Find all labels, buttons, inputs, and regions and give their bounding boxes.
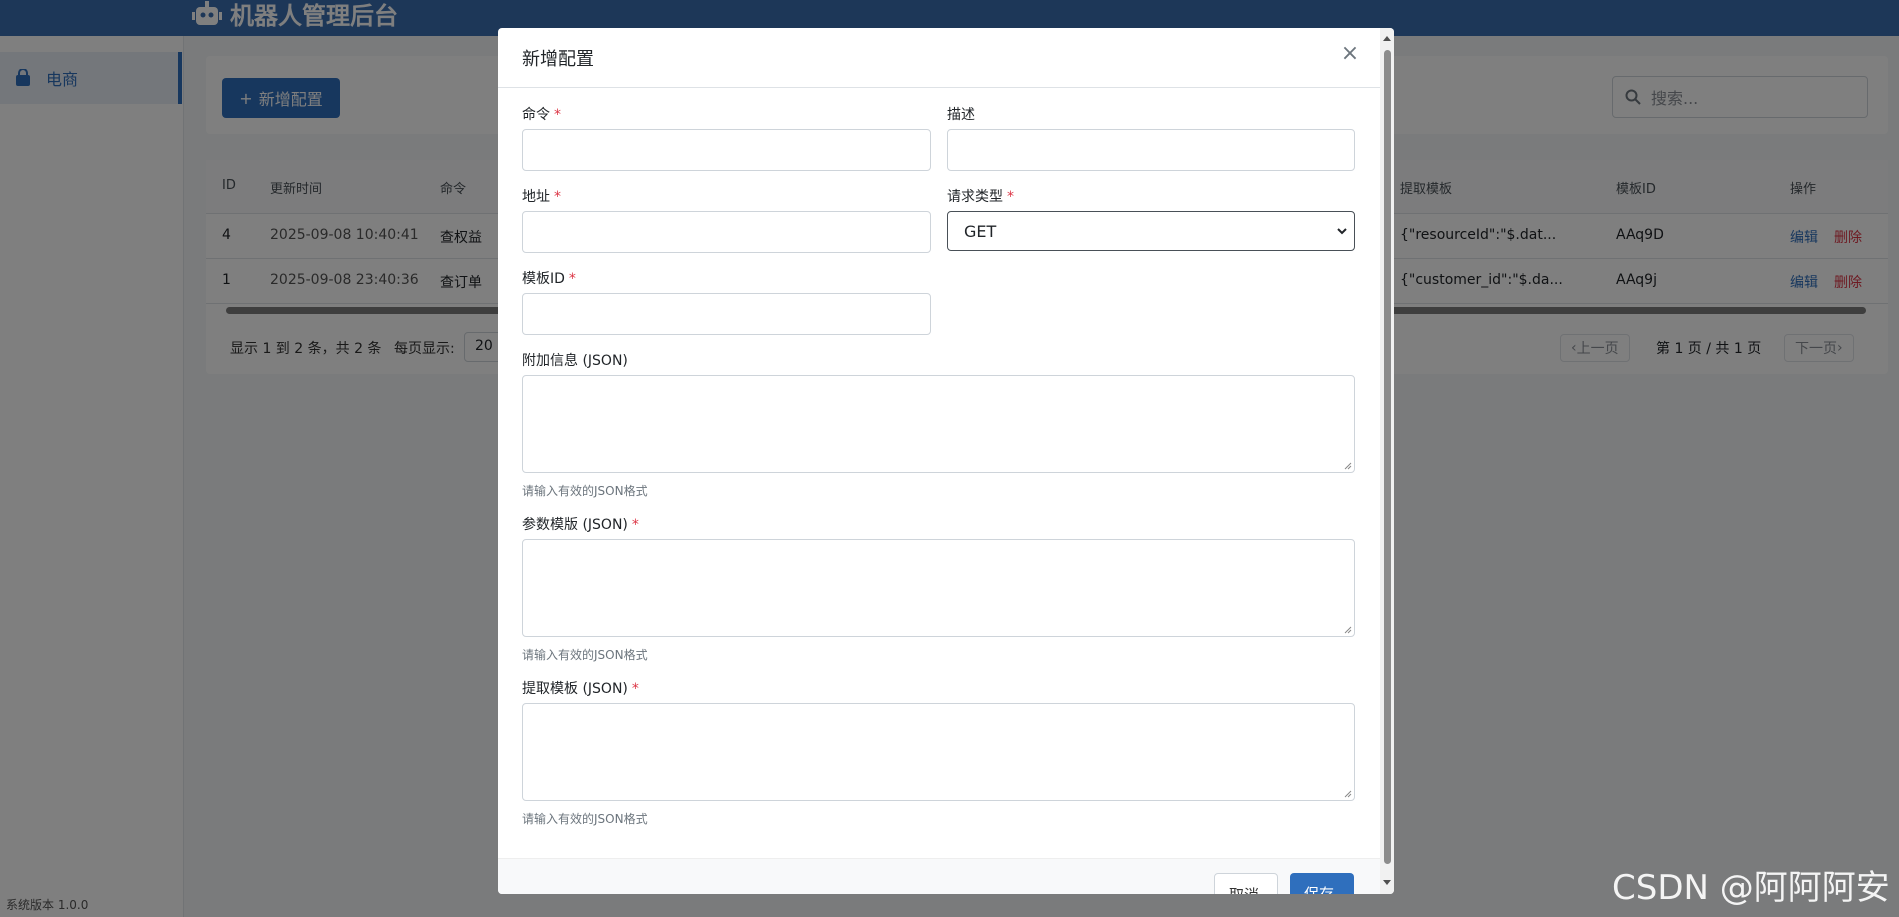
address-input[interactable] [522,211,931,253]
request-type-value: GET [964,221,997,241]
address-label-text: 地址 [522,189,550,205]
modal-footer: 取消 保存 [498,858,1380,894]
resize-grip-icon[interactable] [1344,462,1352,470]
extract-template-label: 提取模板 (JSON) * [522,678,639,698]
command-input[interactable] [522,129,931,171]
scrollbar-thumb[interactable] [1384,50,1391,864]
extract-template-textarea[interactable] [522,703,1355,801]
param-template-label: 参数模版 (JSON) * [522,514,639,534]
scroll-up-arrow-icon[interactable] [1383,36,1391,41]
required-mark: * [1007,189,1014,205]
request-type-label: 请求类型 * [947,186,1014,206]
request-type-select[interactable]: GET [947,211,1355,251]
cancel-button[interactable]: 取消 [1214,873,1278,894]
save-button[interactable]: 保存 [1290,873,1354,894]
template-id-input[interactable] [522,293,931,335]
close-icon[interactable]: × [1340,43,1360,65]
required-mark: * [568,271,576,287]
required-mark: * [554,189,561,205]
extra-info-label: 附加信息 (JSON) [522,353,628,369]
modal-header: 新增配置 × [498,28,1394,88]
template-id-label-text: 模板ID [522,271,565,287]
param-template-textarea[interactable] [522,539,1355,637]
description-input[interactable] [947,129,1355,171]
modal-title: 新增配置 [522,49,594,70]
param-template-hint: 请输入有效的JSON格式 [522,648,648,662]
command-label-text: 命令 [522,107,550,123]
request-type-label-text: 请求类型 [947,189,1003,205]
modal-scrollbar[interactable] [1380,28,1394,894]
param-template-label-text: 参数模版 (JSON) [522,517,628,533]
template-id-label: 模板ID * [522,268,576,288]
watermark: CSDN @阿阿阿安 [1612,868,1890,908]
extra-info-hint: 请输入有效的JSON格式 [522,484,648,498]
command-label: 命令 * [522,104,561,124]
chevron-down-icon [1337,228,1347,235]
extract-template-hint: 请输入有效的JSON格式 [522,812,648,826]
add-config-modal: 新增配置 × 命令 * 描述 地址 * 请求类型 * GET 模板ID * 附加信息 (… [498,28,1394,894]
address-label: 地址 * [522,186,561,206]
required-mark: * [554,107,561,123]
extract-template-label-text: 提取模板 (JSON) [522,681,628,697]
resize-grip-icon[interactable] [1344,790,1352,798]
resize-grip-icon[interactable] [1344,626,1352,634]
required-mark: * [631,681,639,697]
extra-info-textarea[interactable] [522,375,1355,473]
description-label: 描述 [947,107,975,123]
required-mark: * [631,517,639,533]
scroll-down-arrow-icon[interactable] [1383,880,1391,885]
